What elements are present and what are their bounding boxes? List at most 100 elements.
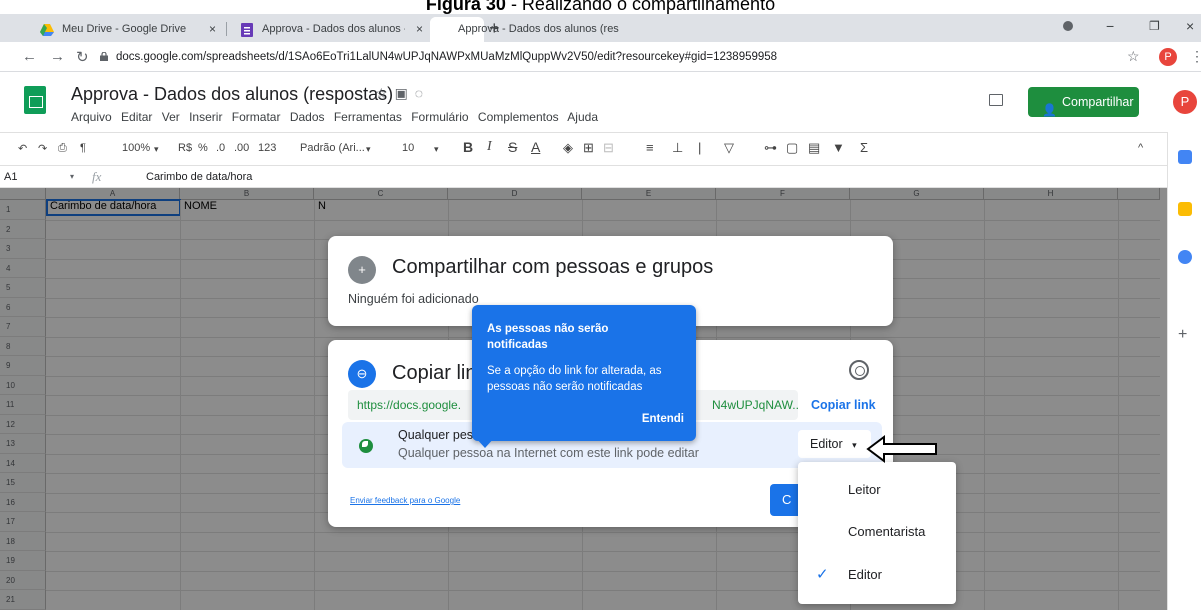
tab-approva-form[interactable]: Approva - Dados dos alunos - Fo ×	[228, 17, 431, 42]
add-person-icon: +	[348, 256, 376, 284]
text-wrap-icon[interactable]: |	[698, 140, 701, 155]
url-field[interactable]: docs.google.com/spreadsheets/d/1SAo6EoTr…	[100, 46, 1200, 68]
bold-icon[interactable]: B	[463, 139, 473, 155]
align-horizontal-icon[interactable]: ≡	[646, 140, 654, 155]
maximize-icon[interactable]: ❐	[1149, 19, 1160, 33]
role-dropdown[interactable]: Editor ▾	[798, 430, 871, 458]
role-menu: Leitor Comentarista ✓ Editor	[798, 462, 956, 604]
font-size-dropdown-icon[interactable]: ▾	[434, 144, 439, 155]
font-select[interactable]: Padrão (Ari...	[300, 142, 365, 154]
collapse-toolbar-icon[interactable]: ^	[1138, 142, 1143, 154]
menu-ferramentas[interactable]: Ferramentas	[334, 110, 402, 124]
document-title[interactable]: Approva - Dados dos alunos (respostas)	[71, 84, 393, 105]
back-icon[interactable]: ←	[22, 48, 37, 65]
share-button[interactable]: 👤 Compartilhar	[1028, 87, 1139, 117]
menu-complementos[interactable]: Complementos	[478, 110, 559, 124]
settings-gear-icon[interactable]	[849, 360, 869, 380]
star-icon[interactable]: ☆	[375, 85, 395, 101]
decrease-decimal-button[interactable]: .0	[216, 142, 225, 154]
extension-icon[interactable]	[1063, 21, 1073, 31]
role-option-label: Comentarista	[848, 524, 926, 539]
role-option-editor[interactable]: ✓ Editor	[798, 557, 956, 593]
font-dropdown-icon[interactable]: ▾	[366, 144, 371, 155]
access-description: Qualquer pessoa na Internet com este lin…	[398, 446, 699, 460]
filter-icon[interactable]: ▼	[832, 140, 845, 155]
share-button-label: Compartilhar	[1062, 95, 1134, 109]
sheets-logo-icon[interactable]	[24, 86, 46, 114]
tab-close-icon[interactable]: ×	[416, 17, 423, 42]
menu-dados[interactable]: Dados	[290, 110, 325, 124]
functions-icon[interactable]: Σ	[860, 140, 868, 155]
reload-icon[interactable]: ↻	[76, 48, 89, 66]
tab-close-icon[interactable]: ×	[209, 17, 216, 42]
menu-inserir[interactable]: Inserir	[189, 110, 222, 124]
browser-menu-icon[interactable]: ⋮	[1190, 48, 1201, 65]
cell-reference-dropdown-icon[interactable]: ▾	[70, 166, 74, 188]
add-addon-icon[interactable]: +	[1178, 326, 1192, 343]
feedback-link[interactable]: Enviar feedback para o Google	[350, 496, 460, 505]
google-drive-icon	[40, 24, 54, 36]
print-icon[interactable]: ⎙	[58, 142, 67, 155]
profile-avatar[interactable]: P	[1159, 48, 1177, 66]
menu-arquivo[interactable]: Arquivo	[71, 110, 112, 124]
strikethrough-icon[interactable]: S	[508, 139, 517, 155]
link-icon: ⊖	[348, 360, 376, 388]
zoom-select[interactable]: 100%	[122, 142, 150, 154]
align-vertical-icon[interactable]: ⊥	[672, 140, 683, 156]
copy-link-title: Copiar lin	[392, 362, 477, 384]
cloud-status-icon[interactable]: ◌	[415, 85, 430, 101]
menu-ver[interactable]: Ver	[162, 110, 180, 124]
menu-editar[interactable]: Editar	[121, 110, 152, 124]
italic-icon[interactable]: I	[487, 139, 492, 155]
insert-comment-icon[interactable]: ▢	[786, 140, 798, 156]
role-option-leitor[interactable]: Leitor	[798, 472, 956, 508]
percent-button[interactable]: %	[198, 142, 208, 154]
paint-format-icon[interactable]: ¶	[80, 142, 86, 154]
zoom-dropdown-icon[interactable]: ▾	[154, 144, 159, 155]
menu-bar: Arquivo Editar Ver Inserir Formatar Dado…	[71, 110, 604, 124]
menu-formulario[interactable]: Formulário	[411, 110, 468, 124]
undo-icon[interactable]: ↶	[18, 142, 27, 155]
comments-icon[interactable]	[989, 94, 1003, 106]
address-bar: ← → ↻ docs.google.com/spreadsheets/d/1SA…	[0, 42, 1201, 72]
insert-link-icon[interactable]: ⊶	[764, 140, 777, 156]
text-rotation-icon[interactable]: ▽	[724, 140, 734, 156]
bookmark-star-icon[interactable]: ☆	[1127, 48, 1140, 65]
formula-bar: A1 ▾ fx Carimbo de data/hora	[0, 166, 1167, 188]
person-icon: 👤	[1042, 103, 1057, 117]
menu-formatar[interactable]: Formatar	[232, 110, 281, 124]
merge-cells-icon[interactable]: ⊟	[603, 140, 614, 156]
currency-button[interactable]: R$	[178, 142, 192, 154]
font-size-select[interactable]: 10	[402, 142, 414, 154]
menu-ajuda[interactable]: Ajuda	[567, 110, 598, 124]
tasks-icon[interactable]	[1178, 250, 1192, 264]
access-scope-label[interactable]: Qualquer pes	[398, 428, 473, 442]
move-folder-icon[interactable]: ▣	[395, 85, 415, 101]
new-tab-button[interactable]: +	[489, 17, 500, 39]
text-color-icon[interactable]: A	[531, 139, 540, 155]
copy-link-button[interactable]: Copiar link	[803, 390, 884, 420]
chevron-down-icon: ▾	[852, 440, 857, 450]
formula-input[interactable]: Carimbo de data/hora	[146, 166, 252, 188]
role-option-comentarista[interactable]: Comentarista	[798, 514, 956, 550]
insert-chart-icon[interactable]: ▤	[808, 140, 820, 156]
cell-reference[interactable]: A1	[4, 166, 17, 188]
url-text: docs.google.com/spreadsheets/d/1SAo6EoTr…	[116, 51, 778, 63]
borders-icon[interactable]: ⊞	[583, 140, 594, 156]
fill-color-icon[interactable]: ◈	[563, 140, 573, 156]
increase-decimal-button[interactable]: .00	[234, 142, 249, 154]
forward-icon[interactable]: →	[50, 48, 65, 65]
share-people-title: Compartilhar com pessoas e grupos	[392, 256, 714, 278]
figure-text: - Realizando o compartilhamento	[505, 0, 776, 14]
minimize-icon[interactable]: −	[1106, 18, 1114, 34]
more-formats-button[interactable]: 123	[258, 142, 276, 154]
redo-icon[interactable]: ↷	[38, 142, 47, 155]
figure-number: Figura 30	[425, 0, 506, 14]
calendar-icon[interactable]	[1178, 150, 1192, 164]
account-avatar[interactable]: P	[1173, 90, 1197, 114]
keep-icon[interactable]	[1178, 202, 1192, 216]
tab-separator	[226, 22, 227, 36]
tab-google-drive[interactable]: Meu Drive - Google Drive ×	[28, 17, 224, 42]
tooltip-dismiss-button[interactable]: Entendi	[642, 413, 684, 425]
close-window-icon[interactable]: ×	[1186, 18, 1194, 34]
